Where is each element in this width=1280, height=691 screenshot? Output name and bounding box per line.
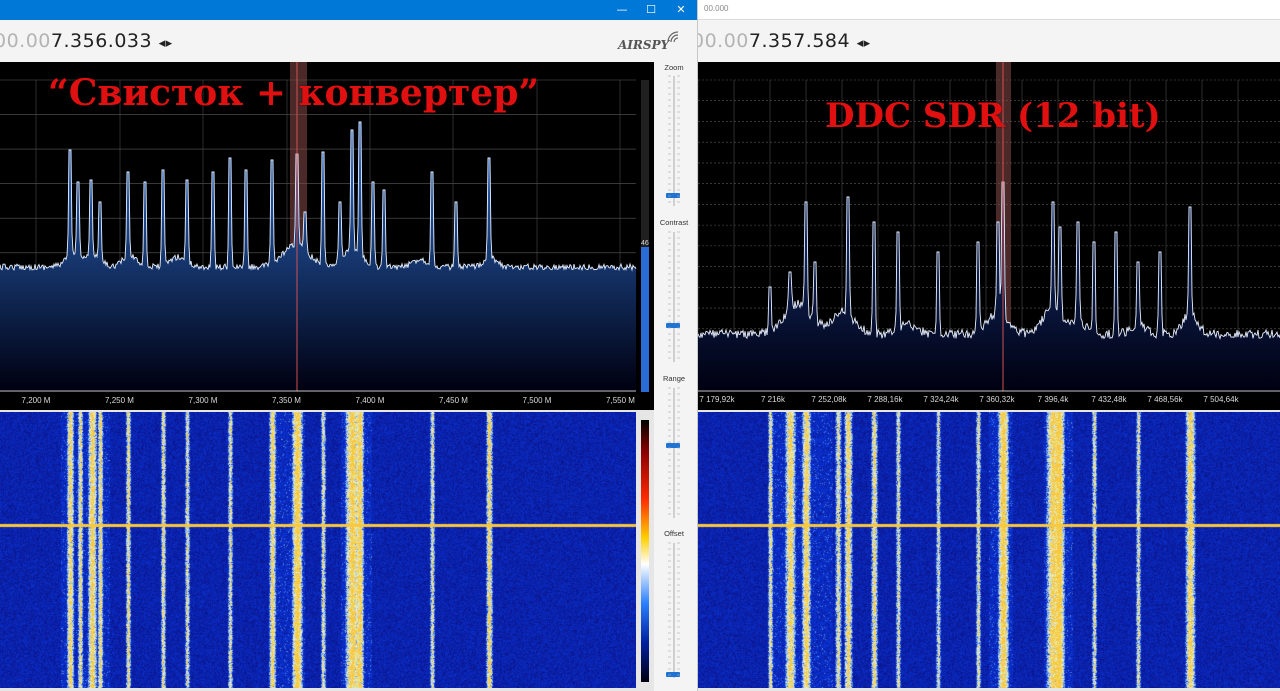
left-spectrum-display[interactable]: 7,200 M 7,250 M 7,300 M 7,350 M 7,400 M 7,450… (0, 62, 654, 410)
right-frequency-main-digits[interactable]: 7.357.584 (749, 30, 850, 52)
axis-tick-label: 7,200 M (21, 396, 51, 405)
axis-tick-label: 7,350 M (272, 396, 301, 405)
minimize-icon[interactable]: — (612, 2, 632, 18)
airspy-logo-icon: AIRSPY (618, 38, 670, 52)
right-frequency-display[interactable]: 00.007.357.584 ◂▸ (698, 30, 871, 52)
tune-arrows-icon[interactable]: ◂▸ (857, 36, 871, 51)
axis-tick-label: 7,250 M (105, 396, 134, 405)
right-overlay-title: DDC SDR (12 bit) (825, 96, 1161, 136)
right-title-text: 00.000 (704, 4, 729, 13)
axis-tick-label: 7 324,24k (923, 395, 959, 404)
axis-tick-label: 7 504,64k (1203, 395, 1239, 404)
axis-tick-label: 7 288,16k (867, 395, 903, 404)
axis-tick-label: 7,450 M (439, 396, 468, 405)
right-waterfall-frame (698, 410, 1280, 691)
axis-tick-label: 7,400 M (355, 396, 385, 405)
right-sdr-window: 00.000 00.007.357.584 ◂▸ 7 179,92k 7 216k… (697, 0, 1280, 691)
left-side-panel: Zoom Contrast Range Offset (654, 62, 694, 691)
right-waterfall-display[interactable] (698, 412, 1280, 688)
left-spectrum-plot (0, 62, 637, 392)
left-waterfall-display[interactable] (0, 412, 636, 688)
airspy-wave-icon (667, 31, 679, 43)
right-frequency-dim-digits[interactable]: 00.00 (698, 30, 749, 52)
axis-tick-label: 7 432,48k (1091, 395, 1127, 404)
left-color-scale (641, 420, 649, 682)
axis-tick-label: 7,550 M (606, 396, 635, 405)
left-overlay-title: “Свисток + конвертер” (48, 72, 540, 114)
axis-tick-label: 7 468,56k (1147, 395, 1183, 404)
axis-tick-label: 7 360,32k (979, 395, 1015, 404)
left-waterfall-frame (0, 410, 654, 691)
close-icon[interactable]: ✕ (671, 2, 691, 18)
left-gain-value: 46 (641, 240, 649, 247)
left-title-bar[interactable]: — ☐ ✕ (0, 0, 697, 20)
slider-tick-marks (668, 75, 680, 676)
axis-tick-label: 7,300 M (188, 396, 218, 405)
right-title-bar[interactable]: 00.000 (698, 0, 1280, 20)
axis-tick-label: 7 179,92k (699, 395, 735, 404)
left-sdr-window: — ☐ ✕ 00.007.356.033 ◂▸ AIRSPY 7,200 M 7,… (0, 0, 697, 691)
tune-arrows-icon[interactable]: ◂▸ (159, 36, 173, 51)
axis-tick-label: 7 216k (760, 395, 786, 404)
left-frequency-main-digits[interactable]: 7.356.033 (51, 30, 152, 52)
maximize-icon[interactable]: ☐ (641, 2, 661, 18)
axis-tick-label: 7 396,4k (1037, 395, 1069, 404)
axis-tick-label: 7 252,08k (811, 395, 847, 404)
left-frequency-display[interactable]: 00.007.356.033 ◂▸ (0, 30, 173, 52)
axis-tick-label: 7,500 M (522, 396, 552, 405)
left-gain-fill (641, 247, 649, 392)
left-frequency-dim-digits[interactable]: 00.00 (0, 30, 51, 52)
